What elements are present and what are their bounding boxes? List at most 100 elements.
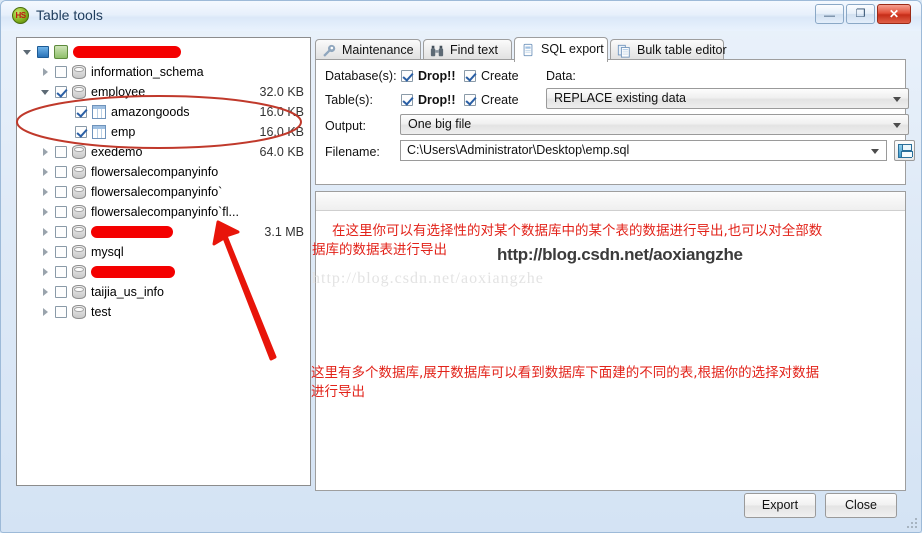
close-icon: ✕	[888, 7, 900, 21]
tab-label: Find text	[450, 43, 498, 57]
watermark-url-bold: http://blog.csdn.net/aoxiangzhe	[497, 245, 743, 264]
tree-row-checkbox[interactable]	[75, 106, 87, 118]
app-icon: HS	[12, 7, 29, 24]
tree-row-checkbox[interactable]	[55, 86, 67, 98]
filename-value: C:\Users\Administrator\Desktop\emp.sql	[407, 143, 630, 157]
wrench-icon	[322, 44, 336, 57]
table-drop-checkbox[interactable]	[401, 94, 413, 106]
tree-expand-closed-icon[interactable]	[41, 267, 51, 277]
tree-row[interactable]: amazongoods 16.0 KB	[17, 102, 310, 122]
database-icon	[72, 265, 86, 279]
tree-expand-closed-icon[interactable]	[41, 307, 51, 317]
output-mode-select[interactable]: One big file	[400, 114, 909, 135]
data-mode-value: REPLACE existing data	[554, 91, 687, 105]
filename-label: Filename:	[325, 145, 380, 159]
tree-row-checkbox[interactable]	[37, 46, 49, 58]
tree-expand-closed-icon[interactable]	[41, 247, 51, 257]
tree-row-label: information_schema	[91, 65, 204, 79]
tree-row-checkbox[interactable]	[55, 266, 67, 278]
maximize-button[interactable]: ❐	[846, 4, 875, 24]
tab-sql-export[interactable]: SQL export	[514, 37, 608, 62]
tree-expand-closed-icon[interactable]	[41, 167, 51, 177]
redacted-label	[91, 226, 173, 238]
database-icon	[72, 65, 86, 79]
tree-row-checkbox[interactable]	[55, 66, 67, 78]
tree-row[interactable]: employee 32.0 KB	[17, 82, 310, 102]
tree-row-size: 16.0 KB	[259, 105, 304, 119]
tree-expand-open-icon[interactable]	[41, 87, 51, 97]
tree-row[interactable]: test	[17, 302, 310, 322]
databases-label: Database(s):	[325, 69, 397, 83]
tree-expand-closed-icon[interactable]	[41, 147, 51, 157]
redacted-label	[73, 46, 181, 58]
data-mode-select[interactable]: REPLACE existing data	[546, 88, 909, 109]
database-icon	[72, 145, 86, 159]
save-file-button[interactable]	[894, 140, 915, 161]
close-button[interactable]: Close	[825, 493, 897, 518]
maximize-icon: ❐	[855, 8, 866, 20]
tree-row[interactable]: taijia_us_info	[17, 282, 310, 302]
database-icon	[72, 225, 86, 239]
tree-expand-closed-icon[interactable]	[41, 187, 51, 197]
database-drop-checkbox[interactable]	[401, 70, 413, 82]
tab-find-text[interactable]: Find text	[423, 39, 512, 60]
table-icon	[92, 105, 106, 119]
annotation-note-bottom-line1: 这里有多个数据库,展开数据库可以看到数据库下面建的不同的表,根据你的选择对数据	[311, 365, 820, 381]
tree-row[interactable]: information_schema	[17, 62, 310, 82]
tree-row[interactable]	[17, 42, 310, 62]
tree-row-label: test	[91, 305, 112, 319]
tree-row[interactable]: exedemo 64.0 KB	[17, 142, 310, 162]
database-icon	[72, 85, 86, 99]
chevron-down-icon	[871, 149, 879, 154]
table-create-checkbox[interactable]	[464, 94, 476, 106]
tree-row-checkbox[interactable]	[55, 306, 67, 318]
database-create-label: Create	[481, 69, 519, 83]
tree-expand-closed-icon[interactable]	[41, 207, 51, 217]
tree-row-checkbox[interactable]	[75, 126, 87, 138]
resize-grip[interactable]	[907, 518, 919, 530]
chevron-down-icon	[893, 123, 901, 128]
tab-label: Maintenance	[342, 43, 414, 57]
tree-row[interactable]: 3.1 MB	[17, 222, 310, 242]
tree-row-checkbox[interactable]	[55, 226, 67, 238]
tree-row-size: 16.0 KB	[259, 125, 304, 139]
tree-row[interactable]: emp 16.0 KB	[17, 122, 310, 142]
tree-expand-open-icon[interactable]	[23, 47, 33, 57]
tree-row[interactable]: mysql	[17, 242, 310, 262]
database-icon	[72, 165, 86, 179]
tree-row-label: employee	[91, 85, 146, 99]
tab-label: SQL export	[541, 42, 604, 56]
tree-expand-closed-icon[interactable]	[41, 67, 51, 77]
close-window-button[interactable]: ✕	[877, 4, 911, 24]
title-bar: HS Table tools — ❐ ✕	[1, 1, 921, 31]
tree-row[interactable]	[17, 262, 310, 282]
copy-pages-icon	[617, 44, 631, 58]
tree-expand-closed-icon[interactable]	[41, 227, 51, 237]
tab-maintenance[interactable]: Maintenance	[315, 39, 421, 60]
tree-row-label: mysql	[91, 245, 124, 259]
database-icon	[72, 305, 86, 319]
export-button[interactable]: Export	[744, 493, 816, 518]
filename-input[interactable]: C:\Users\Administrator\Desktop\emp.sql	[400, 140, 887, 161]
tree-row-label: flowersalecompanyinfo`fl...	[91, 205, 239, 219]
tree-row-size: 32.0 KB	[259, 85, 304, 99]
tree-row-checkbox[interactable]	[55, 166, 67, 178]
database-icon	[72, 245, 86, 259]
tree-row-label: flowersalecompanyinfo	[91, 165, 219, 179]
tree-row-checkbox[interactable]	[55, 286, 67, 298]
tree-row-checkbox[interactable]	[55, 146, 67, 158]
tree-row[interactable]: flowersalecompanyinfo`fl...	[17, 202, 310, 222]
data-label: Data:	[546, 69, 576, 83]
database-tree-panel[interactable]: information_schema employee 32.0 KB amazong…	[16, 37, 311, 486]
minimize-button[interactable]: —	[815, 4, 844, 24]
database-create-checkbox[interactable]	[464, 70, 476, 82]
tab-bulk-table-editor[interactable]: Bulk table editor	[610, 39, 727, 60]
table-drop-label: Drop!!	[418, 93, 456, 107]
tree-row-checkbox[interactable]	[55, 246, 67, 258]
tree-row[interactable]: flowersalecompanyinfo	[17, 162, 310, 182]
tree-row[interactable]: flowersalecompanyinfo`	[17, 182, 310, 202]
tree-row-checkbox[interactable]	[55, 206, 67, 218]
tree-row-checkbox[interactable]	[55, 186, 67, 198]
tab-bar[interactable]: Maintenance Find text SQL export Bulk table…	[315, 37, 906, 62]
tree-expand-closed-icon[interactable]	[41, 287, 51, 297]
